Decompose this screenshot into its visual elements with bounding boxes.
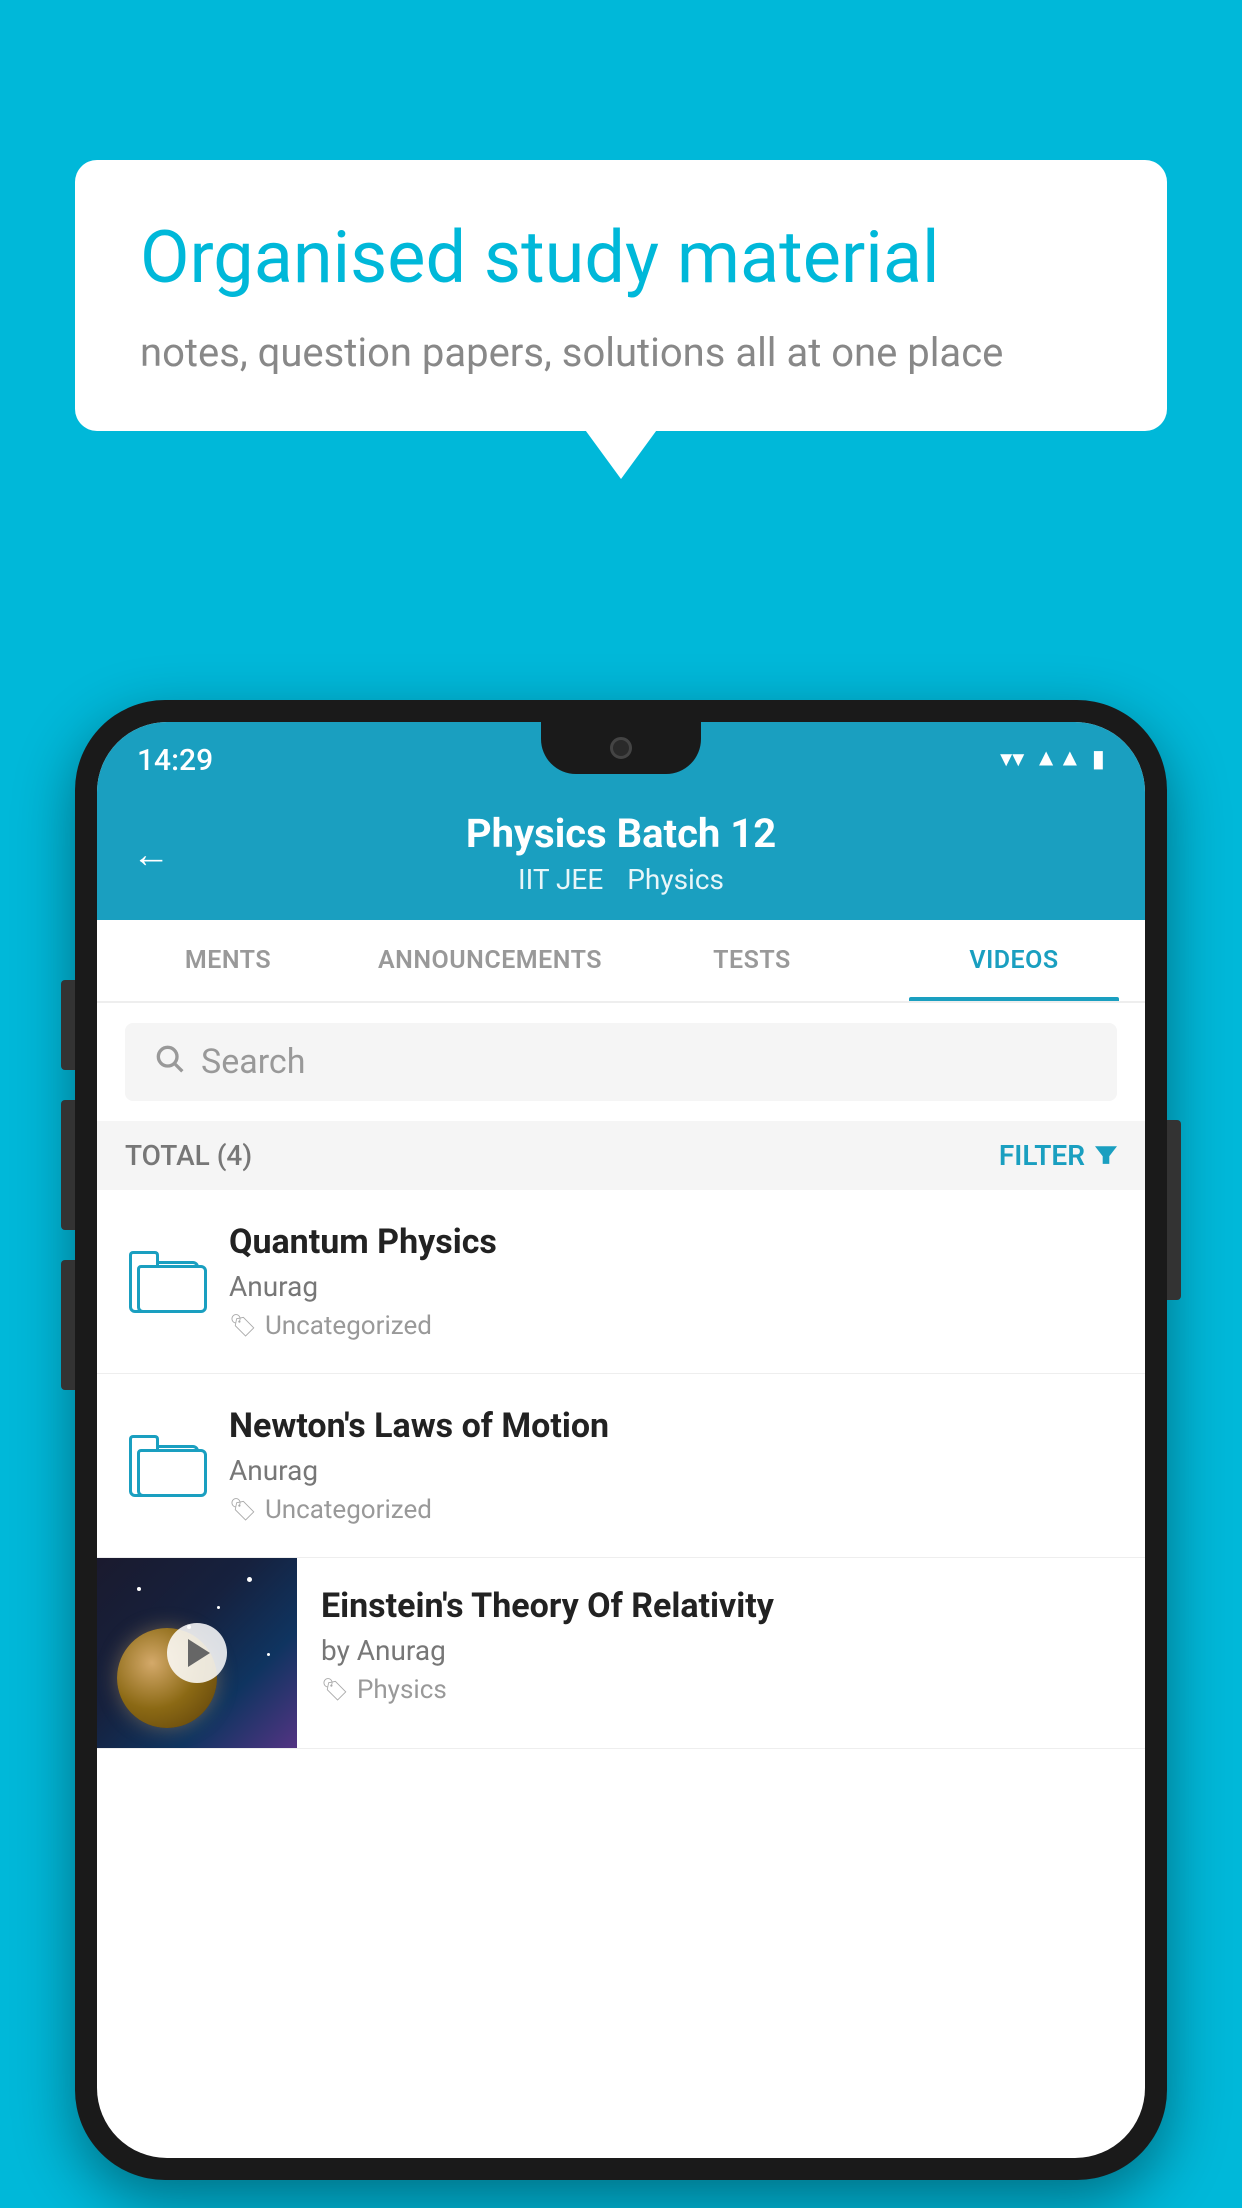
wifi-icon: ▾▾ — [1000, 744, 1024, 772]
search-container: Search — [97, 1003, 1145, 1121]
phone-container: 14:29 ▾▾ ▲▲ ▮ ← Physics Batch 12 IIT JEE… — [75, 700, 1167, 2208]
battery-icon: ▮ — [1092, 744, 1105, 772]
phone-button-power — [1167, 1120, 1181, 1300]
play-button[interactable] — [167, 1623, 227, 1683]
tabs-bar: MENTS ANNOUNCEMENTS TESTS VIDEOS — [97, 920, 1145, 1003]
tab-announcements[interactable]: ANNOUNCEMENTS — [359, 920, 621, 1001]
status-icons: ▾▾ ▲▲ ▮ — [1000, 740, 1105, 773]
list-item[interactable]: Quantum Physics Anurag 🏷 Uncategorized — [97, 1190, 1145, 1374]
folder-icon — [129, 1251, 201, 1313]
phone-inner: 14:29 ▾▾ ▲▲ ▮ ← Physics Batch 12 IIT JEE… — [97, 722, 1145, 2158]
item-info: Newton's Laws of Motion Anurag 🏷 Uncateg… — [229, 1406, 1117, 1525]
folder-icon-wrap — [125, 1426, 205, 1506]
folder-icon-wrap — [125, 1242, 205, 1322]
phone-button-silent — [61, 1260, 75, 1390]
item-tag: 🏷 Uncategorized — [229, 1495, 1117, 1525]
item-tag: 🏷 Uncategorized — [229, 1311, 1117, 1341]
speech-bubble: Organised study material notes, question… — [75, 160, 1167, 431]
item-author: Anurag — [229, 1270, 1117, 1303]
tab-ments[interactable]: MENTS — [97, 920, 359, 1001]
item-author: Anurag — [229, 1454, 1117, 1487]
total-count: TOTAL (4) — [125, 1139, 252, 1172]
thumbnail-image — [97, 1558, 297, 1748]
speech-bubble-container: Organised study material notes, question… — [75, 160, 1167, 431]
item-title: Newton's Laws of Motion — [229, 1406, 1117, 1446]
tab-tests[interactable]: TESTS — [621, 920, 883, 1001]
list-item-thumb[interactable]: Einstein's Theory Of Relativity by Anura… — [97, 1558, 1145, 1749]
tag-iit-jee: IIT JEE — [518, 863, 603, 896]
play-icon — [188, 1639, 210, 1667]
app-header: ← Physics Batch 12 IIT JEE Physics — [97, 790, 1145, 920]
phone-button-volume-down — [61, 1100, 75, 1230]
list-item[interactable]: Newton's Laws of Motion Anurag 🏷 Uncateg… — [97, 1374, 1145, 1558]
header-tags: IIT JEE Physics — [137, 863, 1105, 896]
item-title: Einstein's Theory Of Relativity — [321, 1586, 1121, 1626]
speech-bubble-title: Organised study material — [140, 215, 1102, 301]
back-button[interactable]: ← — [132, 833, 170, 877]
tag-icon: 🏷 — [229, 1498, 257, 1523]
status-time: 14:29 — [137, 743, 213, 778]
item-tag: 🏷 Physics — [321, 1675, 1121, 1705]
item-author: by Anurag — [321, 1634, 1121, 1667]
front-camera — [610, 737, 632, 759]
filter-button[interactable]: FILTER — [999, 1139, 1117, 1172]
signal-icon: ▲▲ — [1034, 744, 1082, 773]
speech-bubble-subtitle: notes, question papers, solutions all at… — [140, 329, 1102, 376]
page-title: Physics Batch 12 — [137, 810, 1105, 857]
search-input-wrap[interactable]: Search — [125, 1023, 1117, 1101]
folder-icon — [129, 1435, 201, 1497]
thumb-info: Einstein's Theory Of Relativity by Anura… — [297, 1558, 1145, 1733]
filter-icon — [1095, 1139, 1117, 1172]
phone-notch — [541, 722, 701, 774]
tag-icon: 🏷 — [321, 1678, 349, 1703]
phone-outer: 14:29 ▾▾ ▲▲ ▮ ← Physics Batch 12 IIT JEE… — [75, 700, 1167, 2180]
tab-videos[interactable]: VIDEOS — [883, 920, 1145, 1001]
phone-button-volume-up — [61, 980, 75, 1070]
tag-physics: Physics — [627, 863, 724, 896]
tag-icon: 🏷 — [229, 1314, 257, 1339]
item-info: Quantum Physics Anurag 🏷 Uncategorized — [229, 1222, 1117, 1341]
item-title: Quantum Physics — [229, 1222, 1117, 1262]
filter-row: TOTAL (4) FILTER — [97, 1121, 1145, 1190]
search-icon — [153, 1041, 185, 1083]
search-input[interactable]: Search — [201, 1042, 305, 1082]
